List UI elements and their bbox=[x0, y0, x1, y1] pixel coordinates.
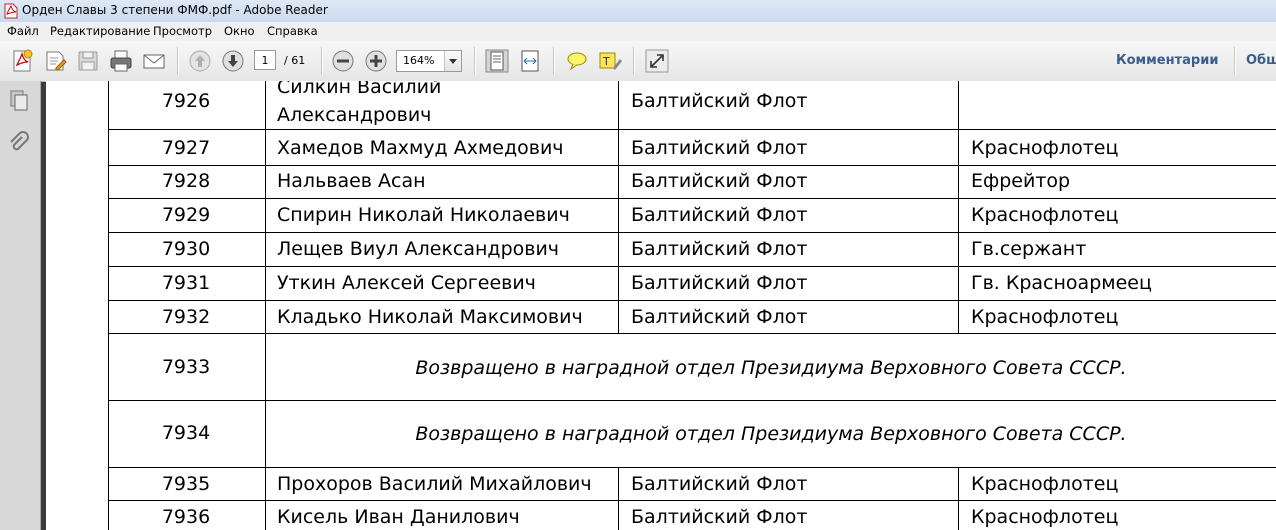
row-number: 7934 bbox=[161, 422, 211, 444]
table-rule bbox=[108, 232, 1276, 233]
toolbar: 1 / 61 164% T Комментарии Общ bbox=[0, 41, 1276, 82]
row-name: Спирин Николай Николаевич bbox=[277, 204, 570, 226]
toolbar-separator bbox=[1234, 47, 1235, 75]
edit-icon[interactable] bbox=[42, 48, 68, 74]
row-number: 7929 bbox=[161, 204, 211, 226]
table-rule bbox=[108, 198, 1276, 199]
fit-width-icon[interactable] bbox=[517, 48, 543, 74]
menu-bar: Файл Редактирование Просмотр Окно Справк… bbox=[0, 22, 1276, 41]
table-rule bbox=[108, 500, 1276, 501]
email-icon[interactable] bbox=[141, 48, 167, 74]
row-name: Прохоров Василий Михайлович bbox=[277, 473, 592, 495]
toolbar-separator bbox=[553, 47, 554, 75]
table-rule bbox=[265, 81, 266, 530]
table-rule bbox=[958, 81, 959, 333]
pdf-file-icon bbox=[4, 3, 18, 19]
row-number: 7926 bbox=[161, 90, 211, 112]
row-name: Кисель Иван Данилович bbox=[277, 506, 520, 528]
table-rule bbox=[108, 266, 1276, 267]
row-fleet: Балтийский Флот bbox=[631, 90, 808, 112]
row-number: 7936 bbox=[161, 506, 211, 528]
title-bar: Орден Славы 3 степени ФМФ.pdf - Adobe Re… bbox=[0, 0, 1276, 23]
toolbar-separator bbox=[633, 47, 634, 75]
row-rank: Гв. Красноармеец bbox=[971, 272, 1152, 294]
row-number: 7928 bbox=[161, 170, 211, 192]
table-rule bbox=[958, 467, 959, 530]
page-total: / 61 bbox=[284, 54, 306, 67]
table-rule bbox=[618, 467, 619, 530]
row-name: Хамедов Махмуд Ахмедович bbox=[277, 137, 564, 159]
row-rank: Гв.сержант bbox=[971, 238, 1087, 260]
navigation-panel bbox=[0, 81, 41, 530]
row-number: 7930 bbox=[161, 238, 211, 260]
row-name: Уткин Алексей Сергеевич bbox=[277, 272, 536, 294]
row-fleet: Балтийский Флот bbox=[631, 306, 808, 328]
fit-page-icon[interactable] bbox=[484, 48, 510, 74]
toolbar-separator bbox=[177, 47, 178, 75]
create-pdf-icon[interactable] bbox=[9, 48, 35, 74]
row-note: Возвращено в наградной отдел Президиума … bbox=[415, 357, 1127, 379]
menu-window[interactable]: Окно bbox=[224, 24, 255, 38]
row-number: 7927 bbox=[161, 137, 211, 159]
row-number: 7931 bbox=[161, 272, 211, 294]
chevron-down-icon[interactable] bbox=[444, 51, 461, 71]
table-rule bbox=[618, 81, 619, 333]
row-number: 7935 bbox=[161, 473, 211, 495]
document-page[interactable]: 7926 Силкин Василий Александрович Балтий… bbox=[46, 81, 1276, 530]
attachment-icon[interactable] bbox=[7, 131, 31, 155]
row-number: 7933 bbox=[161, 356, 211, 378]
row-number: 7932 bbox=[161, 306, 211, 328]
menu-file[interactable]: Файл bbox=[7, 24, 39, 38]
menu-help[interactable]: Справка bbox=[267, 24, 318, 38]
table-rule bbox=[108, 467, 1276, 468]
expand-icon[interactable] bbox=[644, 48, 670, 74]
row-fleet: Балтийский Флот bbox=[631, 170, 808, 192]
print-icon[interactable] bbox=[108, 48, 134, 74]
row-name: Александрович bbox=[277, 104, 432, 126]
row-fleet: Балтийский Флот bbox=[631, 238, 808, 260]
pages-icon[interactable] bbox=[7, 89, 31, 113]
row-rank: Краснофлотец bbox=[971, 306, 1119, 328]
row-fleet: Балтийский Флот bbox=[631, 137, 808, 159]
zoom-select[interactable]: 164% bbox=[396, 50, 462, 72]
row-name: Лещев Виул Александрович bbox=[277, 238, 560, 260]
menu-edit[interactable]: Редактирование bbox=[50, 24, 150, 38]
arrow-down-icon[interactable] bbox=[220, 48, 246, 74]
row-name: Силкин Василий bbox=[277, 81, 442, 98]
table-rule bbox=[108, 300, 1276, 301]
row-name: Кладько Николай Максимович bbox=[277, 306, 583, 328]
comment-icon[interactable] bbox=[564, 48, 590, 74]
row-rank: Краснофлотец bbox=[971, 506, 1119, 528]
share-button[interactable]: Общ bbox=[1246, 53, 1276, 68]
highlight-icon[interactable]: T bbox=[597, 48, 623, 74]
toolbar-separator bbox=[321, 47, 322, 75]
table-rule bbox=[108, 333, 1276, 334]
row-rank: Ефрейтор bbox=[971, 170, 1071, 192]
row-rank: Краснофлотец bbox=[971, 137, 1119, 159]
save-icon[interactable] bbox=[75, 48, 101, 74]
window-title: Орден Славы 3 степени ФМФ.pdf - Adobe Re… bbox=[22, 3, 328, 17]
row-rank: Краснофлотец bbox=[971, 473, 1119, 495]
row-fleet: Балтийский Флот bbox=[631, 506, 808, 528]
zoom-in-icon[interactable] bbox=[363, 48, 389, 74]
zoom-value: 164% bbox=[403, 54, 435, 67]
row-fleet: Балтийский Флот bbox=[631, 204, 808, 226]
arrow-up-icon[interactable] bbox=[187, 48, 213, 74]
row-rank: Краснофлотец bbox=[971, 204, 1119, 226]
row-fleet: Балтийский Флот bbox=[631, 272, 808, 294]
row-fleet: Балтийский Флот bbox=[631, 473, 808, 495]
row-note: Возвращено в наградной отдел Президиума … bbox=[415, 423, 1127, 445]
comments-button[interactable]: Комментарии bbox=[1116, 53, 1218, 68]
svg-text:T: T bbox=[602, 55, 610, 68]
table-rule bbox=[108, 165, 1276, 166]
menu-view[interactable]: Просмотр bbox=[153, 24, 212, 38]
zoom-out-icon[interactable] bbox=[330, 48, 356, 74]
toolbar-separator bbox=[474, 47, 475, 75]
table-rule bbox=[108, 400, 1276, 401]
row-name: Нальваев Асан bbox=[277, 170, 426, 192]
page-number-input[interactable]: 1 bbox=[254, 50, 276, 70]
